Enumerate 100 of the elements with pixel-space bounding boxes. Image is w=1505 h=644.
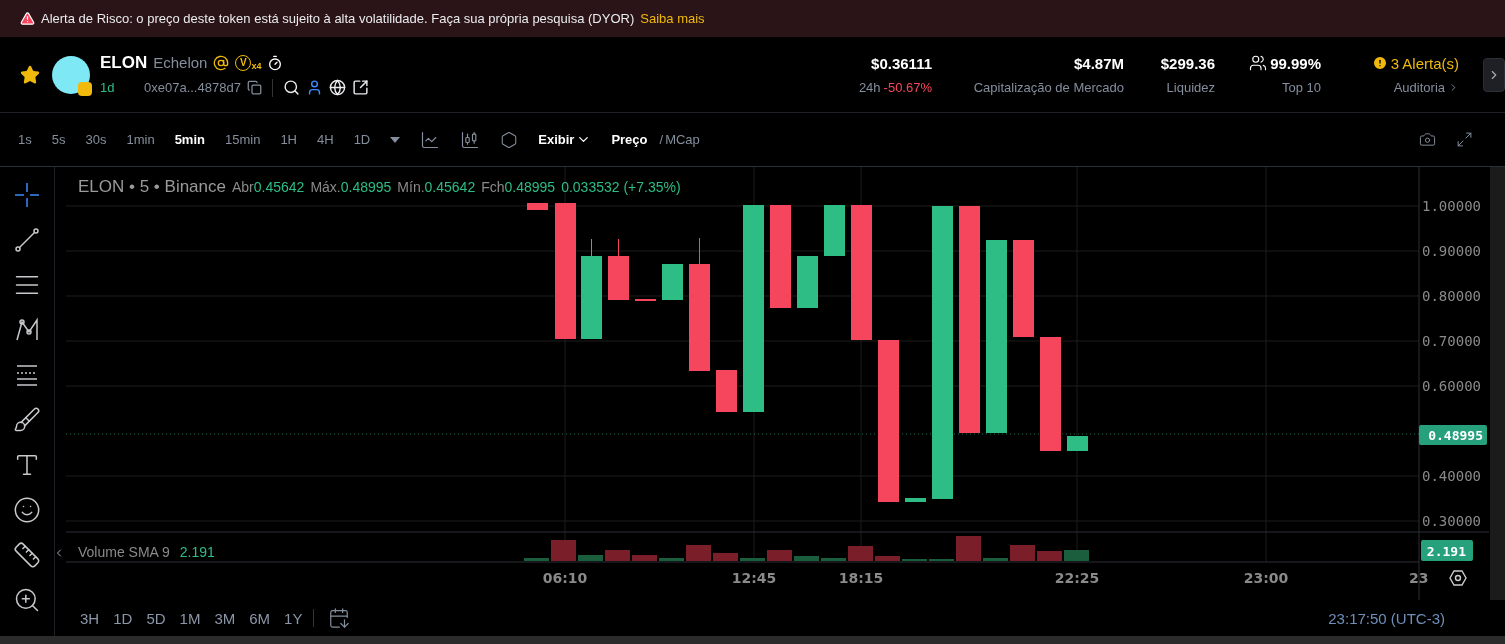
- ohlc-value: 0.48995: [504, 179, 556, 195]
- price-axis-label: 1.00000: [1422, 198, 1481, 214]
- favorite-star-icon[interactable]: [20, 64, 40, 85]
- price-axis-label: 0.40000: [1422, 468, 1481, 484]
- holders-label: Top 10: [1281, 80, 1321, 95]
- interval-tab[interactable]: 1H: [270, 132, 307, 147]
- volume-bar: [632, 555, 657, 561]
- volume-bar: [794, 556, 819, 561]
- volume-bar: [848, 546, 873, 561]
- risk-message: Alerta de Risco: o preço deste token está sujeito à alta volatilidade. Faça sua própria pesquisa (DYOR): [41, 11, 635, 26]
- time-axis-label: 06:10: [542, 570, 588, 586]
- copy-icon[interactable]: [246, 80, 262, 95]
- candle: [662, 264, 683, 300]
- stat-value: $4.87M: [1073, 54, 1124, 72]
- volume-indicator-label: Volume SMA 9: [78, 544, 170, 560]
- candle: [527, 203, 548, 210]
- external-link-icon[interactable]: [351, 79, 369, 96]
- price-toggle[interactable]: Preço: [601, 132, 658, 147]
- range-button[interactable]: 6M: [242, 609, 278, 627]
- range-button[interactable]: 1Y: [277, 609, 310, 627]
- volume-bar: [713, 553, 738, 561]
- trend-line-icon: [13, 226, 41, 254]
- audit-link[interactable]: Auditoria: [1393, 79, 1445, 95]
- price-change: -50.67%: [883, 79, 932, 95]
- volume-bar: [686, 545, 711, 561]
- volume-bar: [740, 558, 765, 561]
- token-price: $0.36111: [871, 54, 932, 72]
- volume-bar: [659, 558, 684, 561]
- ohlc-label: Mín.: [397, 179, 425, 195]
- range-button[interactable]: 1M: [172, 609, 208, 627]
- stat-value: $299.36: [1160, 54, 1215, 72]
- stat-label: Capitalização de Mercado: [973, 79, 1124, 95]
- range-button[interactable]: 5D: [139, 609, 173, 627]
- candle-change: 0.033532 (+7.35%): [561, 179, 681, 195]
- interval-tab[interactable]: 1s: [8, 132, 42, 147]
- time-axis-label: 12:45: [731, 570, 777, 586]
- time-axis-label: 22:25: [1054, 570, 1100, 586]
- mcap-toggle[interactable]: MCap: [665, 132, 710, 147]
- price-axis-label: 0.90000: [1422, 243, 1481, 259]
- interval-tab[interactable]: 1D: [343, 132, 381, 147]
- globe-icon[interactable]: [328, 79, 346, 96]
- change-period: 24h: [858, 79, 881, 95]
- toggle-separator: /: [659, 132, 664, 147]
- volume-bar: [1064, 550, 1089, 561]
- volume-bar: [875, 556, 900, 561]
- ohlc-label: Máx.: [310, 179, 341, 195]
- at-sign-icon: [213, 54, 230, 71]
- token-name: Echelon: [153, 54, 208, 71]
- interval-tab[interactable]: 4H: [307, 132, 344, 147]
- price-axis-label: 0.30000: [1422, 513, 1481, 529]
- range-button[interactable]: 3H: [73, 609, 107, 627]
- volume-bar: [605, 550, 630, 561]
- volume-bar: [821, 558, 846, 561]
- ruler-icon: [13, 541, 41, 569]
- alert-icon: [1371, 55, 1388, 71]
- volume-bar: [551, 540, 576, 561]
- warning-icon: [20, 11, 35, 26]
- volume-bar: [983, 558, 1008, 561]
- holders-share: 99.99%: [1270, 54, 1321, 72]
- interval-tab[interactable]: 30s: [75, 132, 117, 147]
- price-axis-label: 0.70000: [1422, 333, 1481, 349]
- smiley-icon: [13, 496, 41, 524]
- ohlc-value: 0.48995: [340, 179, 392, 195]
- display-menu-button[interactable]: Exibir: [528, 132, 602, 147]
- candle: [716, 370, 737, 412]
- clock-time: 23:17:50 (UTC-3): [1328, 609, 1445, 627]
- alert-count[interactable]: 3 Alerta(s): [1390, 54, 1459, 72]
- interval-tab[interactable]: 15min: [214, 132, 271, 147]
- candle: [905, 498, 926, 502]
- ohlc-label: Fch: [481, 179, 505, 195]
- token-symbol: ELON: [100, 52, 148, 73]
- contract-address: 0xe07a...4878d7: [144, 80, 241, 95]
- search-icon[interactable]: [282, 79, 300, 96]
- volume-bar: [1037, 551, 1062, 561]
- axis-settings-icon[interactable]: [1449, 570, 1467, 586]
- brush-icon: [13, 406, 41, 434]
- candle: [824, 205, 845, 256]
- price-axis-label: 0.80000: [1422, 288, 1481, 304]
- volume-tag: 2.191: [1421, 540, 1473, 561]
- holders-icon: [1249, 54, 1268, 72]
- volume-bar: [956, 536, 981, 561]
- time-axis-label: 23: [1409, 570, 1429, 586]
- volume-bar: [1010, 545, 1035, 561]
- candle: [608, 238, 629, 300]
- volume-bar: [767, 550, 792, 561]
- zoom-in-icon: [13, 586, 41, 614]
- interval-tab[interactable]: 5min: [164, 132, 215, 147]
- timer-icon: [267, 54, 284, 71]
- learn-more-link[interactable]: Saiba mais: [640, 11, 705, 26]
- range-button[interactable]: 3M: [207, 609, 243, 627]
- ohlc-value: 0.45642: [424, 179, 476, 195]
- ohlc-label: Abr: [232, 179, 254, 195]
- range-button[interactable]: 1D: [106, 609, 140, 627]
- chart-symbol: ELON • 5 • Binance: [78, 177, 226, 197]
- interval-tab[interactable]: 1min: [116, 132, 165, 147]
- volume-indicator-value: 2.191: [179, 544, 215, 560]
- interval-tab[interactable]: 5s: [41, 132, 76, 147]
- ohlc-value: 0.45642: [253, 179, 305, 195]
- chain-badge-icon: [78, 81, 92, 96]
- candle: [1067, 436, 1088, 451]
